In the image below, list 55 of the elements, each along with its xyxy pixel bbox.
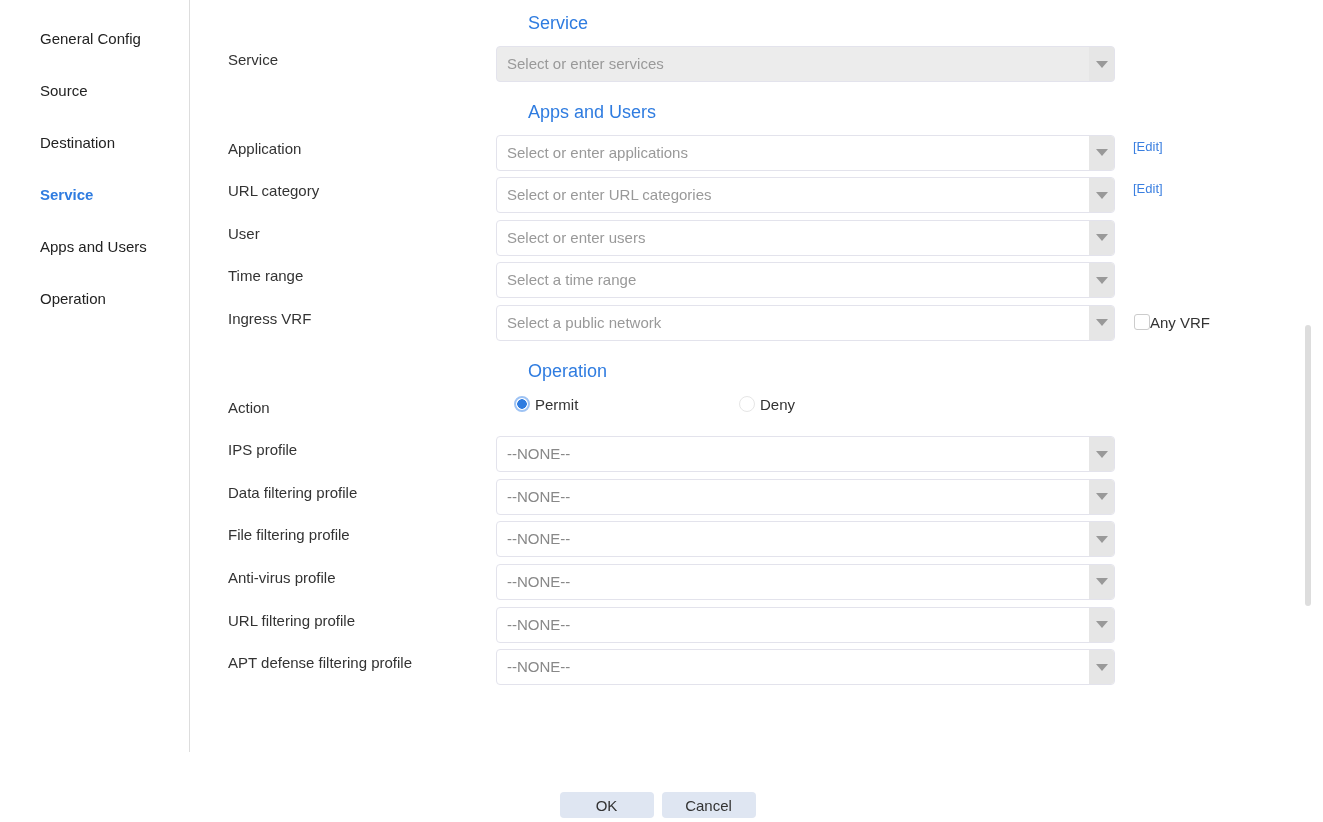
- select-field[interactable]: Select or enter URL categories: [496, 177, 1115, 214]
- select-field[interactable]: Select a time range: [496, 262, 1115, 299]
- sidebar-item[interactable]: Source: [0, 80, 189, 102]
- field-label: File filtering profile: [228, 525, 351, 544]
- section-heading: Operation: [528, 359, 609, 383]
- caret-icon: [1095, 276, 1108, 284]
- field-label: Application: [228, 138, 303, 157]
- caret-icon: [1095, 663, 1108, 671]
- field-label: IPS profile: [228, 440, 299, 459]
- checkbox[interactable]: [1134, 314, 1150, 331]
- field-label: APT defense filtering profile: [228, 653, 413, 672]
- radio-button[interactable]: [514, 396, 530, 413]
- radio-label: Permit: [535, 395, 579, 413]
- checkbox-label: Any VRF: [1150, 313, 1210, 331]
- select-field[interactable]: --NONE--: [496, 521, 1115, 558]
- edit-link[interactable]: [Edit]: [1133, 177, 1163, 202]
- caret-icon: [1095, 493, 1108, 501]
- field-label: Ingress VRF: [228, 308, 313, 327]
- field-label: Service: [228, 50, 280, 68]
- field-label: Action: [228, 397, 271, 416]
- field-label: Anti-virus profile: [228, 567, 337, 586]
- caret-icon: [1095, 319, 1108, 327]
- section-heading: Service: [528, 12, 590, 35]
- caret-icon: [1095, 621, 1108, 629]
- ok-button[interactable]: OK: [559, 792, 654, 818]
- field-label: URL filtering profile: [228, 610, 356, 629]
- edit-link[interactable]: [Edit]: [1133, 134, 1163, 159]
- select-field[interactable]: --NONE--: [496, 478, 1115, 515]
- caret-icon: [1095, 234, 1108, 242]
- caret-icon: [1095, 450, 1108, 458]
- select-field[interactable]: Select or enter users: [496, 219, 1115, 256]
- select-field[interactable]: Select a public network: [496, 304, 1115, 341]
- field-label: Time range: [228, 266, 305, 285]
- sidebar-item[interactable]: Service: [0, 184, 189, 206]
- cancel-button[interactable]: Cancel: [661, 792, 756, 818]
- field-label: URL category: [228, 181, 321, 200]
- sidebar-item[interactable]: General Config: [0, 28, 189, 50]
- field-label: Data filtering profile: [228, 482, 359, 501]
- sidebar-item[interactable]: Apps and Users: [0, 236, 189, 258]
- select-field[interactable]: --NONE--: [496, 563, 1115, 600]
- caret-icon: [1095, 149, 1108, 157]
- caret-icon: [1095, 578, 1108, 586]
- caret-icon: [1095, 191, 1108, 199]
- section-heading: Apps and Users: [528, 100, 658, 124]
- radio-label: Deny: [760, 395, 796, 413]
- caret-icon: [1095, 535, 1108, 543]
- select-field[interactable]: --NONE--: [496, 436, 1115, 473]
- select-field[interactable]: Select or enter applications: [496, 134, 1115, 171]
- scrollbar[interactable]: [1305, 325, 1311, 606]
- sidebar-item[interactable]: Operation: [0, 288, 189, 310]
- select-field[interactable]: --NONE--: [496, 606, 1115, 643]
- sidebar-item[interactable]: Destination: [0, 132, 189, 154]
- field-label: User: [228, 223, 261, 242]
- caret-icon: [1095, 60, 1108, 68]
- select-field[interactable]: --NONE--: [496, 649, 1115, 686]
